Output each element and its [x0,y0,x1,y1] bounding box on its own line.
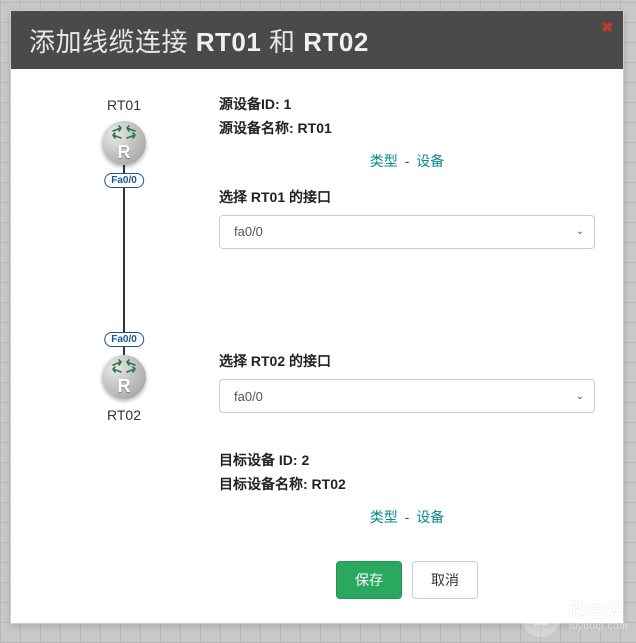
title-prefix: 添加线缆连接 [29,27,196,57]
target-name-label: 目标设备名称: RT02 [219,473,595,497]
close-icon[interactable]: ✖ [601,19,613,36]
router-icon-bottom: R [102,355,146,399]
select2-label: 选择 RT02 的接口 [219,351,595,371]
select1-dropdown[interactable]: fa0/0 ⌄ [219,215,595,249]
title-dev1: RT01 [196,27,262,57]
router-icon-top: R [102,121,146,165]
spacer [219,425,595,449]
router-arrows-icon [109,359,139,375]
port-badge-top: Fa0/0 [104,173,144,188]
save-button[interactable]: 保存 [336,561,402,599]
diagram-top-label: RT01 [107,97,141,113]
router-letter: R [118,376,131,397]
select2-value: fa0/0 [234,389,263,404]
dash: - [401,153,413,169]
watermark-lock-icon [521,597,561,637]
select1-container: fa0/0 ⌄ [219,215,595,249]
title-mid: 和 [261,27,303,57]
lock-icon [530,606,552,628]
source-name-label: 源设备名称: RT01 [219,117,595,141]
button-row: 保存 取消 [219,561,595,599]
select2-container: fa0/0 ⌄ [219,379,595,413]
modal-body: RT01 R Fa0/0 Fa0/0 [11,69,623,623]
watermark: 路由器 luyouqi.com [521,597,628,637]
watermark-zh: 路由器 [569,602,628,622]
source-device-link[interactable]: 设备 [416,153,444,169]
router-letter: R [118,142,131,163]
watermark-en: luyouqi.com [569,621,628,632]
connection-diagram: RT01 R Fa0/0 Fa0/0 [39,93,209,599]
target-id-label: 目标设备 ID: 2 [219,449,595,473]
chevron-down-icon: ⌄ [576,391,584,402]
source-type-link[interactable]: 类型 [370,153,398,169]
target-type-link[interactable]: 类型 [370,509,398,525]
source-id-label: 源设备ID: 1 [219,93,595,117]
modal-header: 添加线缆连接 RT01 和 RT02 ✖ [11,11,623,69]
cancel-button[interactable]: 取消 [412,561,478,599]
source-links-row: 类型 - 设备 [219,151,595,171]
port-badge-bottom: Fa0/0 [104,332,144,347]
select1-label: 选择 RT01 的接口 [219,187,595,207]
select2-dropdown[interactable]: fa0/0 ⌄ [219,379,595,413]
form-panel: 源设备ID: 1 源设备名称: RT01 类型 - 设备 选择 RT01 的接口… [209,93,595,599]
modal-title: 添加线缆连接 RT01 和 RT02 [29,22,369,59]
dash: - [401,509,413,525]
target-links-row: 类型 - 设备 [219,507,595,527]
spacer [219,261,595,352]
router-arrows-icon [109,125,139,141]
title-dev2: RT02 [303,27,369,57]
link-line: Fa0/0 Fa0/0 [123,175,125,345]
diagram-bottom-label: RT02 [107,407,141,423]
watermark-text: 路由器 luyouqi.com [569,602,628,633]
select1-value: fa0/0 [234,224,263,239]
target-device-link[interactable]: 设备 [416,509,444,525]
add-cable-modal: 添加线缆连接 RT01 和 RT02 ✖ RT01 R Fa0/0 [10,10,624,624]
chevron-down-icon: ⌄ [576,226,584,237]
